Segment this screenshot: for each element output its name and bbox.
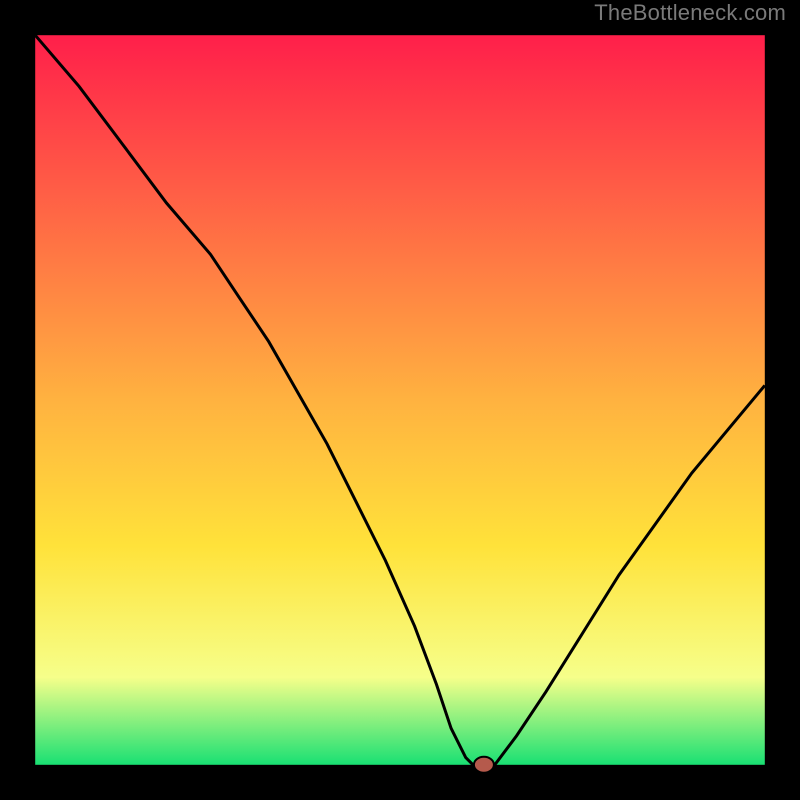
plot-background bbox=[35, 35, 765, 765]
chart-canvas bbox=[0, 0, 800, 800]
optimal-marker bbox=[474, 757, 494, 773]
bottleneck-chart: TheBottleneck.com bbox=[0, 0, 800, 800]
watermark-text: TheBottleneck.com bbox=[594, 0, 786, 26]
